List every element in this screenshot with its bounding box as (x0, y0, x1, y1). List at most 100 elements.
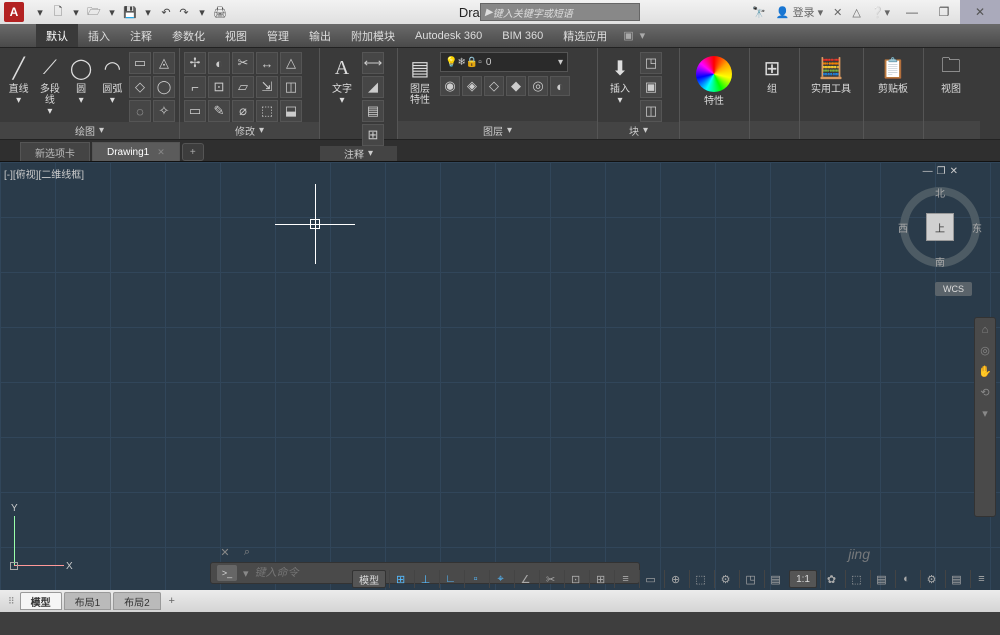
minimize-button[interactable]: — (896, 0, 928, 24)
close-button[interactable]: ✕ (960, 0, 1000, 24)
status-toggle-13[interactable]: ⚙ (714, 570, 736, 588)
layer-dropdown[interactable]: 💡❄🔒▫0▾ (440, 52, 568, 72)
nav-tool[interactable]: ✋ (978, 365, 992, 378)
status-toggle-10[interactable]: ▭ (639, 570, 661, 588)
qat-btn-5[interactable]: 💾 (122, 4, 138, 20)
exchange-icon[interactable]: ✕ (833, 6, 842, 19)
status-toggle-2[interactable]: ∟ (439, 570, 461, 588)
nav-tool[interactable]: ◎ (980, 344, 990, 357)
modify-btn[interactable]: ◐ (208, 52, 230, 74)
vp-close[interactable]: ✕ (950, 166, 958, 177)
close-tab-icon[interactable]: ✕ (157, 147, 165, 158)
modify-btn[interactable]: △ (280, 52, 302, 74)
vp-min[interactable]: — (923, 166, 933, 177)
ribbon-extra-icon[interactable]: ▾ (640, 29, 646, 42)
insert-block-button[interactable]: ⬇插入▾ (602, 50, 638, 106)
modify-btn[interactable]: ⌀ (232, 100, 254, 122)
new-doc-button[interactable]: + (182, 143, 204, 161)
layer-tool-btn[interactable]: ◎ (528, 76, 548, 96)
infocenter-search[interactable]: ▶ 键入关键字或短语 (480, 3, 640, 21)
layer-tool-btn[interactable]: ◇ (484, 76, 504, 96)
wcs-badge[interactable]: WCS (935, 282, 972, 296)
qat-btn-0[interactable]: ▾ (32, 4, 48, 20)
qat-btn-4[interactable]: ▾ (104, 4, 120, 20)
draw-圆[interactable]: ◯圆▾ (67, 50, 96, 106)
status-toggle-5[interactable]: ∠ (514, 570, 536, 588)
cmd-control-btn[interactable]: ⌕ (238, 544, 256, 560)
modify-btn[interactable]: ↔ (256, 52, 278, 74)
ribbon-tab-默认[interactable]: 默认 (36, 24, 78, 47)
modify-btn[interactable]: ⬚ (256, 100, 278, 122)
modify-btn[interactable]: ⬓ (280, 100, 302, 122)
nav-tool[interactable]: ⌂ (982, 324, 989, 336)
doc-tab-新选项卡[interactable]: 新选项卡 (20, 142, 90, 161)
group-button[interactable]: ⊞组 (754, 50, 790, 95)
view-button[interactable]: 🗀视图 (928, 50, 974, 95)
properties-button[interactable]: 特性 (684, 50, 744, 107)
annotate-btn[interactable]: ▤ (362, 100, 384, 122)
modify-btn[interactable]: ⌐ (184, 76, 206, 98)
login-button[interactable]: 👤 登录 ▾ (776, 4, 823, 20)
app-menu-icon[interactable]: A (4, 2, 24, 22)
text-button[interactable]: A文字▾ (324, 50, 360, 106)
modify-btn[interactable]: ⇲ (256, 76, 278, 98)
status-model-button[interactable]: 模型 (352, 570, 386, 588)
layout-tab-布局2[interactable]: 布局2 (113, 592, 161, 610)
ribbon-tab-精选应用[interactable]: 精选应用 (553, 24, 617, 47)
ribbon-tab-Autodesk 360[interactable]: Autodesk 360 (405, 24, 492, 47)
nav-tool[interactable]: ▾ (982, 407, 988, 420)
modify-btn[interactable]: ✎ (208, 100, 230, 122)
status-toggle-14[interactable]: ◳ (739, 570, 761, 588)
status-toggle-12[interactable]: ⬚ (689, 570, 711, 588)
status-toggle-16[interactable]: 1:1 (789, 570, 817, 588)
status-toggle-0[interactable]: ⊞ (389, 570, 411, 588)
ribbon-tab-插入[interactable]: 插入 (78, 24, 120, 47)
status-toggle-4[interactable]: ⌖ (489, 570, 511, 588)
draw-small-btn[interactable]: ◯ (153, 76, 175, 98)
status-toggle-9[interactable]: ≡ (614, 570, 636, 588)
viewcube[interactable]: 上 北 南 东 西 (900, 187, 980, 267)
draw-直线[interactable]: ╱直线▾ (4, 50, 33, 106)
tabs-grip-icon[interactable]: ⠿ (8, 596, 14, 607)
ribbon-tab-参数化[interactable]: 参数化 (162, 24, 215, 47)
status-toggle-18[interactable]: ⬚ (845, 570, 867, 588)
draw-small-btn[interactable]: ◌ (129, 100, 151, 122)
qat-btn-10[interactable]: 🖨 (212, 4, 228, 20)
ribbon-tab-输出[interactable]: 输出 (299, 24, 341, 47)
binoculars-icon[interactable]: 🔭 (752, 6, 766, 19)
status-toggle-3[interactable]: ▫ (464, 570, 486, 588)
layout-tab-布局1[interactable]: 布局1 (64, 592, 112, 610)
modify-btn[interactable]: ▱ (232, 76, 254, 98)
annotate-btn[interactable]: ⊞ (362, 124, 384, 146)
qat-btn-8[interactable]: ↷ (176, 4, 192, 20)
modify-btn[interactable]: ▭ (184, 100, 206, 122)
ribbon-extra-icon[interactable]: ▣ (623, 29, 633, 42)
status-toggle-20[interactable]: ◐ (895, 570, 917, 588)
qat-btn-2[interactable]: ▾ (68, 4, 84, 20)
ribbon-tab-BIM 360[interactable]: BIM 360 (492, 24, 553, 47)
a360-icon[interactable]: △ (852, 6, 860, 19)
ribbon-tab-注释[interactable]: 注释 (120, 24, 162, 47)
layer-tool-btn[interactable]: ◈ (462, 76, 482, 96)
status-toggle-11[interactable]: ⊕ (664, 570, 686, 588)
draw-多段线[interactable]: ⟋多段线▾ (35, 50, 64, 117)
modify-btn[interactable]: ✂ (232, 52, 254, 74)
status-toggle-21[interactable]: ⚙ (920, 570, 942, 588)
ribbon-tab-视图[interactable]: 视图 (215, 24, 257, 47)
status-toggle-19[interactable]: ▤ (870, 570, 892, 588)
qat-btn-3[interactable]: 🗁 (86, 4, 102, 20)
status-toggle-17[interactable]: ✿ (820, 570, 842, 588)
ribbon-tab-管理[interactable]: 管理 (257, 24, 299, 47)
status-toggle-6[interactable]: ✂ (539, 570, 561, 588)
layer-props-button[interactable]: ▤图层特性 (402, 50, 438, 106)
status-toggle-23[interactable]: ≡ (970, 570, 992, 588)
block-btn[interactable]: ▣ (640, 76, 662, 98)
qat-btn-7[interactable]: ↶ (158, 4, 174, 20)
maximize-button[interactable]: ❐ (928, 0, 960, 24)
qat-btn-9[interactable]: ▾ (194, 4, 210, 20)
nav-tool[interactable]: ⟲ (980, 386, 989, 399)
add-layout-button[interactable]: + (163, 595, 181, 607)
draw-圆弧[interactable]: ◠圆弧▾ (98, 50, 127, 106)
block-btn[interactable]: ◫ (640, 100, 662, 122)
draw-small-btn[interactable]: ✧ (153, 100, 175, 122)
